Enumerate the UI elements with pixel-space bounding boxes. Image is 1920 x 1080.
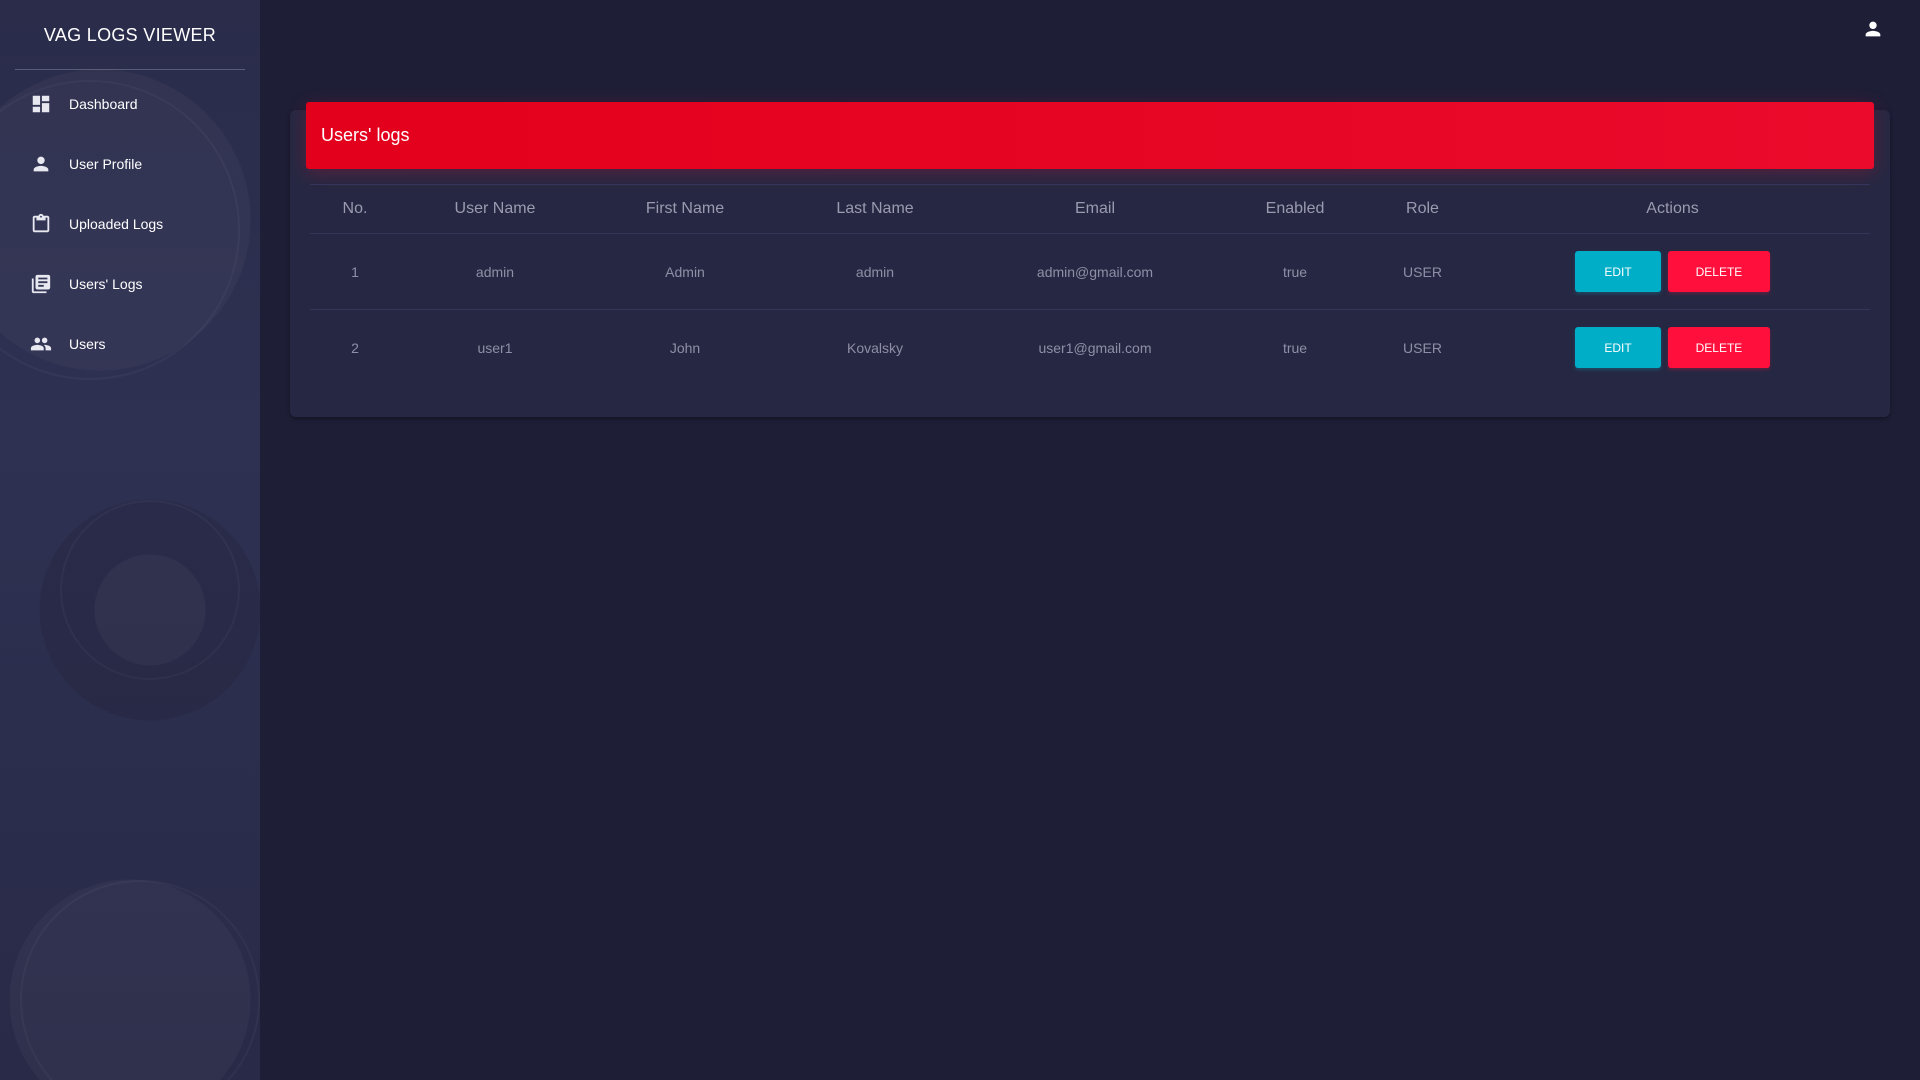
cell-actions: EDIT DELETE <box>1475 233 1870 310</box>
users-logs-card: Users' logs No. User Name First Name Las… <box>290 102 1890 417</box>
table-row: 2 user1 John Kovalsky user1@gmail.com tr… <box>310 310 1870 386</box>
column-header-actions: Actions <box>1475 184 1870 234</box>
sidebar: VAG LOGS VIEWER Dashboard User Profile U… <box>0 0 260 1080</box>
cell-email: user1@gmail.com <box>1038 339 1152 356</box>
cell-no: 2 <box>351 339 359 356</box>
brand-divider <box>15 69 245 70</box>
cell-role: USER <box>1370 233 1475 310</box>
card-title: Users' logs <box>321 125 410 145</box>
card-header: Users' logs <box>306 102 1874 169</box>
app-title[interactable]: VAG LOGS VIEWER <box>44 25 216 46</box>
sidebar-background-gear <box>60 500 240 680</box>
delete-button[interactable]: DELETE <box>1667 251 1770 292</box>
edit-button[interactable]: EDIT <box>1575 251 1662 292</box>
cell-first-name: Admin <box>590 233 780 310</box>
brand[interactable]: VAG LOGS VIEWER <box>0 0 260 70</box>
cell-enabled: true <box>1282 339 1308 356</box>
cell-no: 1 <box>310 233 400 310</box>
column-header-role: Role <box>1370 184 1475 234</box>
person-icon <box>1862 21 1884 44</box>
column-header-email: Email <box>970 184 1220 234</box>
cell-role: USER <box>1403 339 1442 356</box>
column-header-first-name: First Name <box>590 184 780 234</box>
account-button[interactable] <box>1862 18 1886 42</box>
cell-first-name: John <box>669 339 701 356</box>
cell-last-name: Kovalsky <box>846 339 904 356</box>
cell-enabled: true <box>1220 233 1370 310</box>
column-header-enabled: Enabled <box>1220 184 1370 234</box>
users-table: No. User Name First Name Last Name Email… <box>310 184 1870 386</box>
column-header-last-name: Last Name <box>780 184 970 234</box>
cell-user-name: admin <box>400 233 590 310</box>
cell-actions: EDIT DELETE <box>1475 310 1870 386</box>
cell-email: admin@gmail.com <box>970 233 1220 310</box>
table-row: 1 admin Admin admin admin@gmail.com true… <box>310 233 1870 310</box>
table-header-row: No. User Name First Name Last Name Email… <box>310 184 1870 234</box>
delete-button[interactable]: DELETE <box>1667 327 1770 369</box>
cell-last-name: admin <box>780 233 970 310</box>
column-header-user-name: User Name <box>400 184 590 234</box>
column-header-no: No. <box>310 184 400 234</box>
sidebar-background-gear <box>20 880 260 1080</box>
cell-user-name: user1 <box>477 339 513 356</box>
edit-button[interactable]: EDIT <box>1575 327 1662 369</box>
